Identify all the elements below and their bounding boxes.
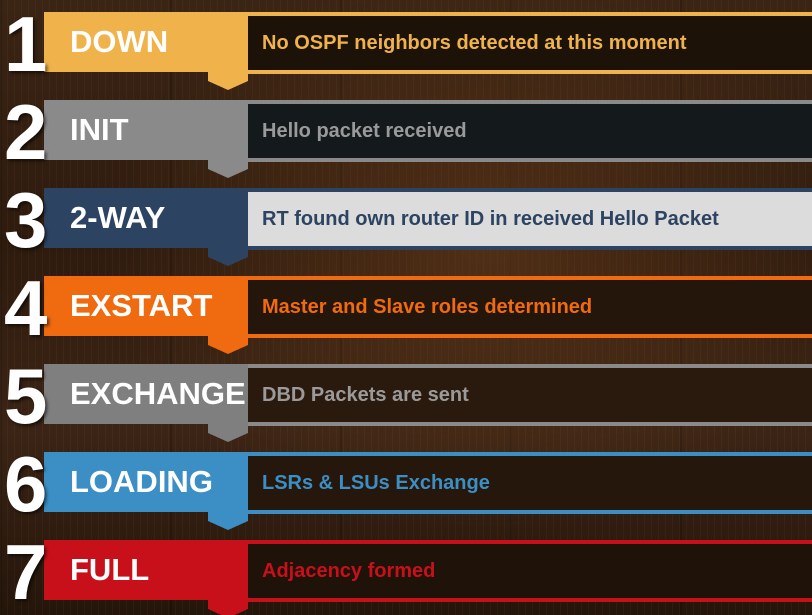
tag-notch bbox=[208, 512, 248, 530]
stage-tag: 2-WAY bbox=[44, 188, 248, 248]
stage-description: No OSPF neighbors detected at this momen… bbox=[262, 32, 687, 54]
stage-down: 1 DOWN No OSPF neighbors detected at thi… bbox=[0, 4, 812, 90]
stage-description-band: RT found own router ID in received Hello… bbox=[248, 188, 812, 250]
tag-notch bbox=[208, 336, 248, 354]
stage-number: 2 bbox=[4, 88, 48, 176]
stage-description-band: No OSPF neighbors detected at this momen… bbox=[248, 12, 812, 74]
stage-description-band: Adjacency formed bbox=[248, 540, 812, 602]
stage-exstart: 4 EXSTART Master and Slave roles determi… bbox=[0, 268, 812, 354]
stage-name: LOADING bbox=[70, 464, 213, 499]
stage-loading: 6 LOADING LSRs & LSUs Exchange bbox=[0, 444, 812, 530]
stage-tag: EXCHANGE bbox=[44, 364, 248, 424]
stage-description-band: Hello packet received bbox=[248, 100, 812, 162]
stage-number: 4 bbox=[4, 264, 48, 352]
stage-name: INIT bbox=[70, 112, 129, 147]
stage-number: 3 bbox=[4, 176, 48, 264]
stage-name: EXCHANGE bbox=[70, 376, 246, 411]
stage-description: Hello packet received bbox=[262, 120, 467, 142]
stage-description-band: LSRs & LSUs Exchange bbox=[248, 452, 812, 514]
stage-two-way: 3 2-WAY RT found own router ID in receiv… bbox=[0, 180, 812, 266]
stage-exchange: 5 EXCHANGE DBD Packets are sent bbox=[0, 356, 812, 442]
stage-init: 2 INIT Hello packet received bbox=[0, 92, 812, 178]
stage-full: 7 FULL Adjacency formed bbox=[0, 532, 812, 615]
stage-tag: FULL bbox=[44, 540, 248, 600]
stage-description: Adjacency formed bbox=[262, 560, 436, 582]
stage-description: RT found own router ID in received Hello… bbox=[262, 208, 719, 230]
stage-number: 7 bbox=[4, 528, 48, 615]
stage-tag: LOADING bbox=[44, 452, 248, 512]
stage-number: 5 bbox=[4, 352, 48, 440]
stage-name: DOWN bbox=[70, 24, 169, 59]
stage-description: Master and Slave roles determined bbox=[262, 296, 593, 318]
stage-description: LSRs & LSUs Exchange bbox=[262, 472, 490, 494]
stage-description-band: DBD Packets are sent bbox=[248, 364, 812, 426]
tag-notch bbox=[208, 248, 248, 266]
stage-description: DBD Packets are sent bbox=[262, 384, 469, 406]
stage-description-band: Master and Slave roles determined bbox=[248, 276, 812, 338]
tag-notch bbox=[208, 600, 248, 615]
stage-number: 6 bbox=[4, 440, 48, 528]
stage-name: FULL bbox=[70, 552, 150, 587]
tag-notch bbox=[208, 424, 248, 442]
tag-notch bbox=[208, 72, 248, 90]
stage-tag: INIT bbox=[44, 100, 248, 160]
stage-tag: EXSTART bbox=[44, 276, 248, 336]
stage-tag: DOWN bbox=[44, 12, 248, 72]
stage-number: 1 bbox=[4, 0, 48, 88]
stage-name: EXSTART bbox=[70, 288, 213, 323]
stage-name: 2-WAY bbox=[70, 200, 166, 235]
tag-notch bbox=[208, 160, 248, 178]
